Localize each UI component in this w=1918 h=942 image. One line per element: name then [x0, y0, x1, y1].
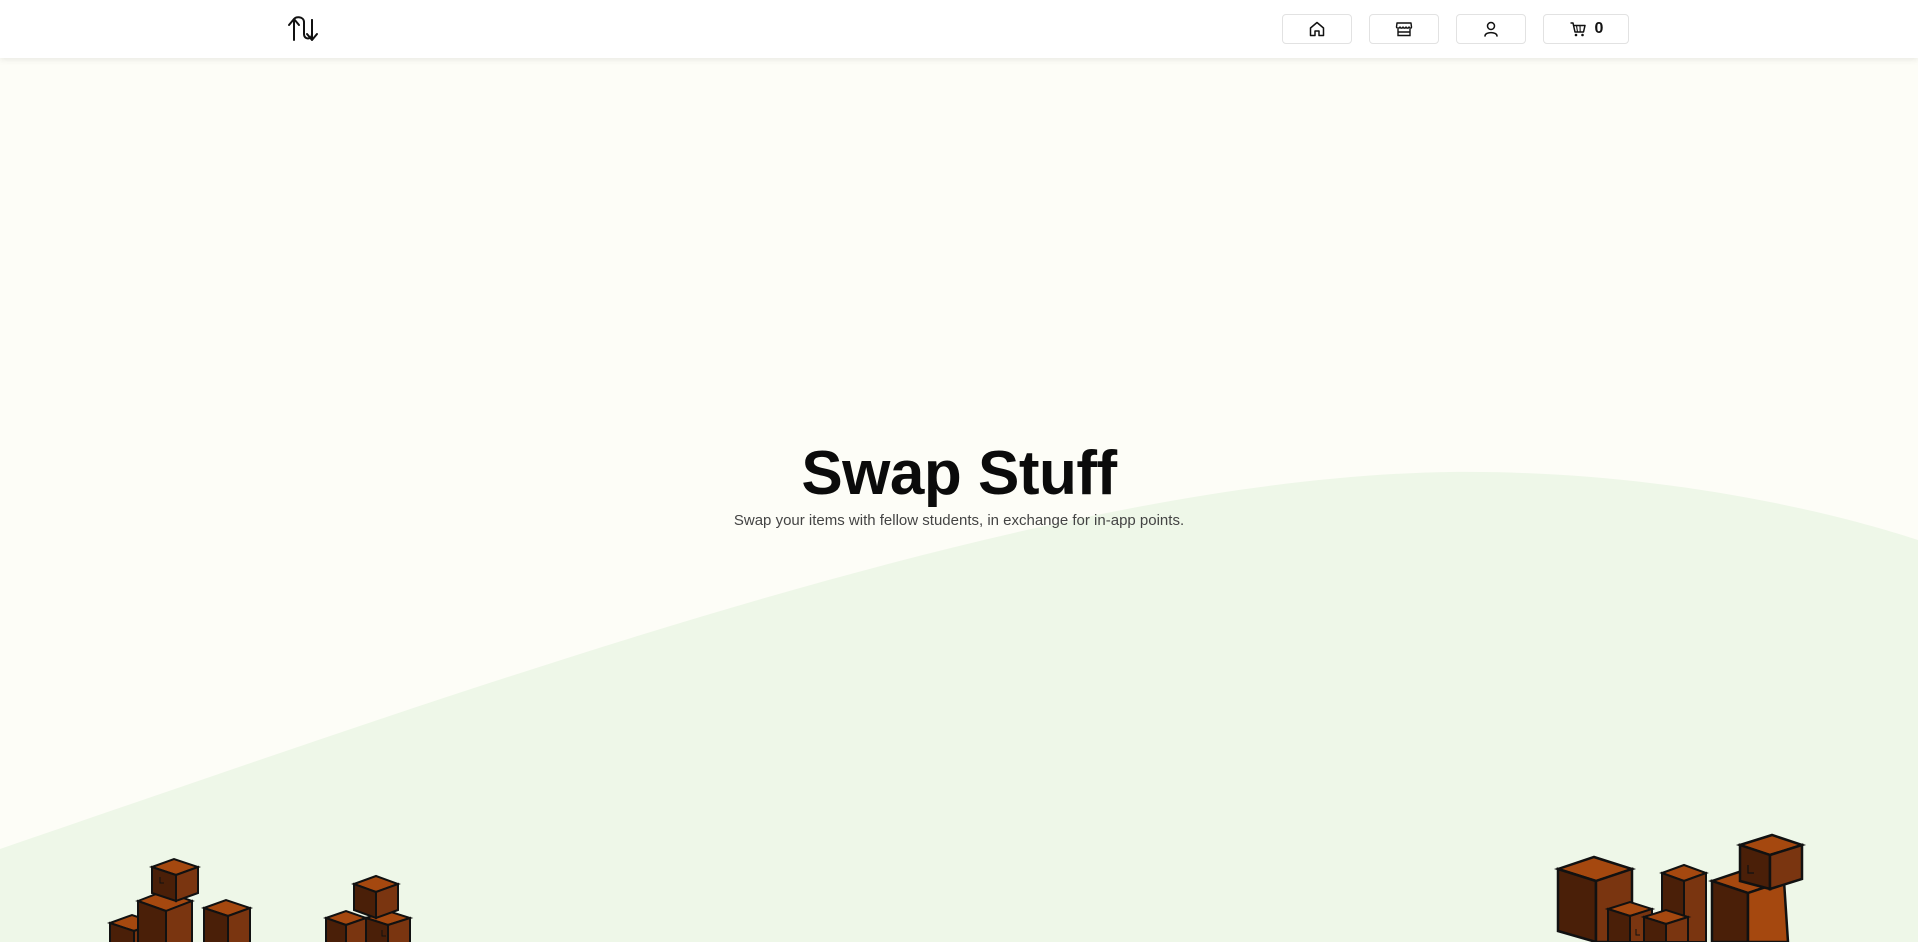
cart-button[interactable]: 0	[1543, 14, 1629, 44]
boxes-illustration-right	[1553, 833, 1807, 942]
home-icon	[1308, 20, 1326, 38]
swap-arrows-icon[interactable]	[286, 14, 320, 44]
cart-icon	[1569, 20, 1587, 38]
store-button[interactable]	[1369, 14, 1439, 44]
top-navbar: 0	[0, 0, 1918, 58]
store-icon	[1395, 20, 1413, 38]
hero-section: Swap Stuff Swap your items with fellow s…	[0, 58, 1918, 942]
cart-count: 0	[1594, 20, 1604, 37]
hero-title: Swap Stuff	[801, 439, 1117, 508]
profile-button[interactable]	[1456, 14, 1526, 44]
user-icon	[1482, 20, 1500, 38]
home-button[interactable]	[1282, 14, 1352, 44]
hero-subtitle: Swap your items with fellow students, in…	[733, 512, 1185, 529]
boxes-illustration-left	[106, 857, 254, 942]
boxes-illustration-middle	[322, 874, 414, 942]
